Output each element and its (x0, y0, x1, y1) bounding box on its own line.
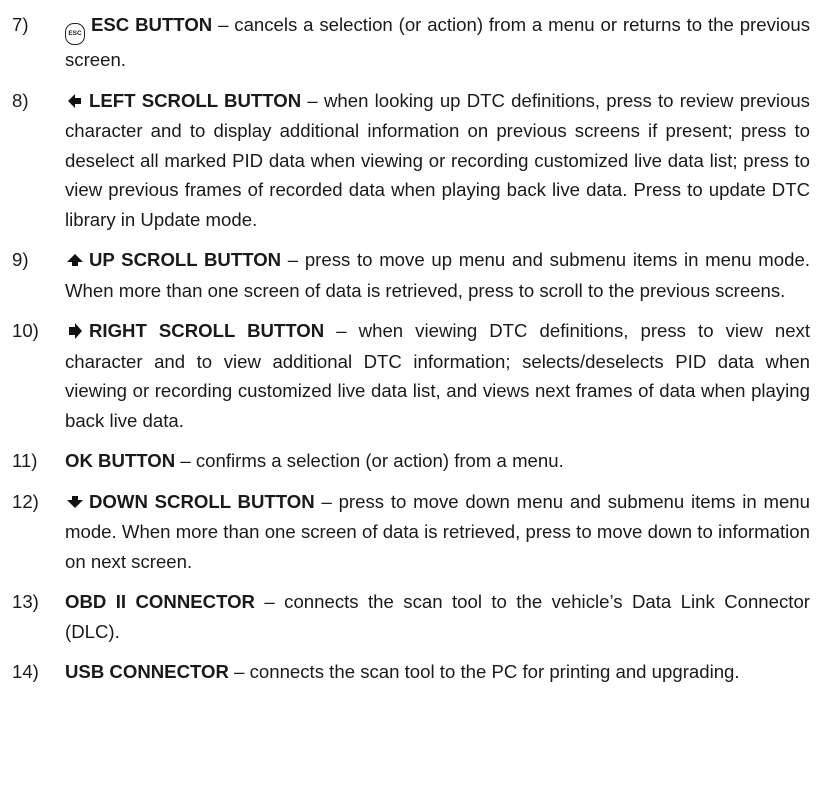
item-number: 8) (12, 89, 29, 111)
item-title: OBD II CONNECTOR (65, 591, 255, 612)
up-arrow-icon (65, 246, 85, 276)
item-number: 10) (12, 320, 39, 341)
item-number: 13) (12, 591, 39, 612)
item-title: USB CONNECTOR (65, 661, 229, 682)
button-description-list: 7) ESC ESC BUTTON – cancels a selection (… (12, 10, 810, 687)
left-arrow-icon (65, 87, 85, 117)
right-arrow-icon (65, 317, 85, 347)
list-item-esc-button: 7) ESC ESC BUTTON – cancels a selection (… (12, 10, 810, 75)
item-number: 9) (12, 249, 29, 270)
manual-page: 7) ESC ESC BUTTON – cancels a selection (… (0, 0, 822, 802)
list-item-left-scroll-button: 8) LEFT SCROLL BUTTON – when looking up … (12, 86, 810, 235)
item-title: RIGHT SCROLL BUTTON (89, 320, 325, 341)
list-item-down-scroll-button: 12) DOWN SCROLL BUTTON – press to move d… (12, 487, 810, 577)
list-item-obd-connector: 13) OBD II CONNECTOR – connects the scan… (12, 587, 810, 646)
list-item-ok-button: 11) OK BUTTON – confirms a selection (or… (12, 446, 810, 476)
item-title: UP SCROLL BUTTON (89, 249, 282, 270)
item-title: LEFT SCROLL BUTTON (89, 89, 302, 111)
item-number: 14) (12, 661, 39, 682)
list-item-usb-connector: 14) USB CONNECTOR – connects the scan to… (12, 657, 810, 687)
item-title: ESC BUTTON (91, 14, 213, 35)
item-number: 12) (12, 490, 39, 512)
item-number: 7) (12, 14, 29, 35)
list-item-up-scroll-button: 9) UP SCROLL BUTTON – press to move up m… (12, 245, 810, 305)
item-title: DOWN SCROLL BUTTON (89, 490, 315, 512)
item-title: OK BUTTON (65, 450, 176, 471)
esc-icon: ESC (65, 23, 85, 45)
item-description: – connects the scan tool to the PC for p… (228, 661, 740, 682)
down-arrow-icon (65, 488, 85, 518)
item-description: – confirms a selection (or action) from … (175, 450, 564, 471)
item-number: 11) (12, 450, 38, 471)
list-item-right-scroll-button: 10) RIGHT SCROLL BUTTON – when viewing D… (12, 316, 810, 435)
